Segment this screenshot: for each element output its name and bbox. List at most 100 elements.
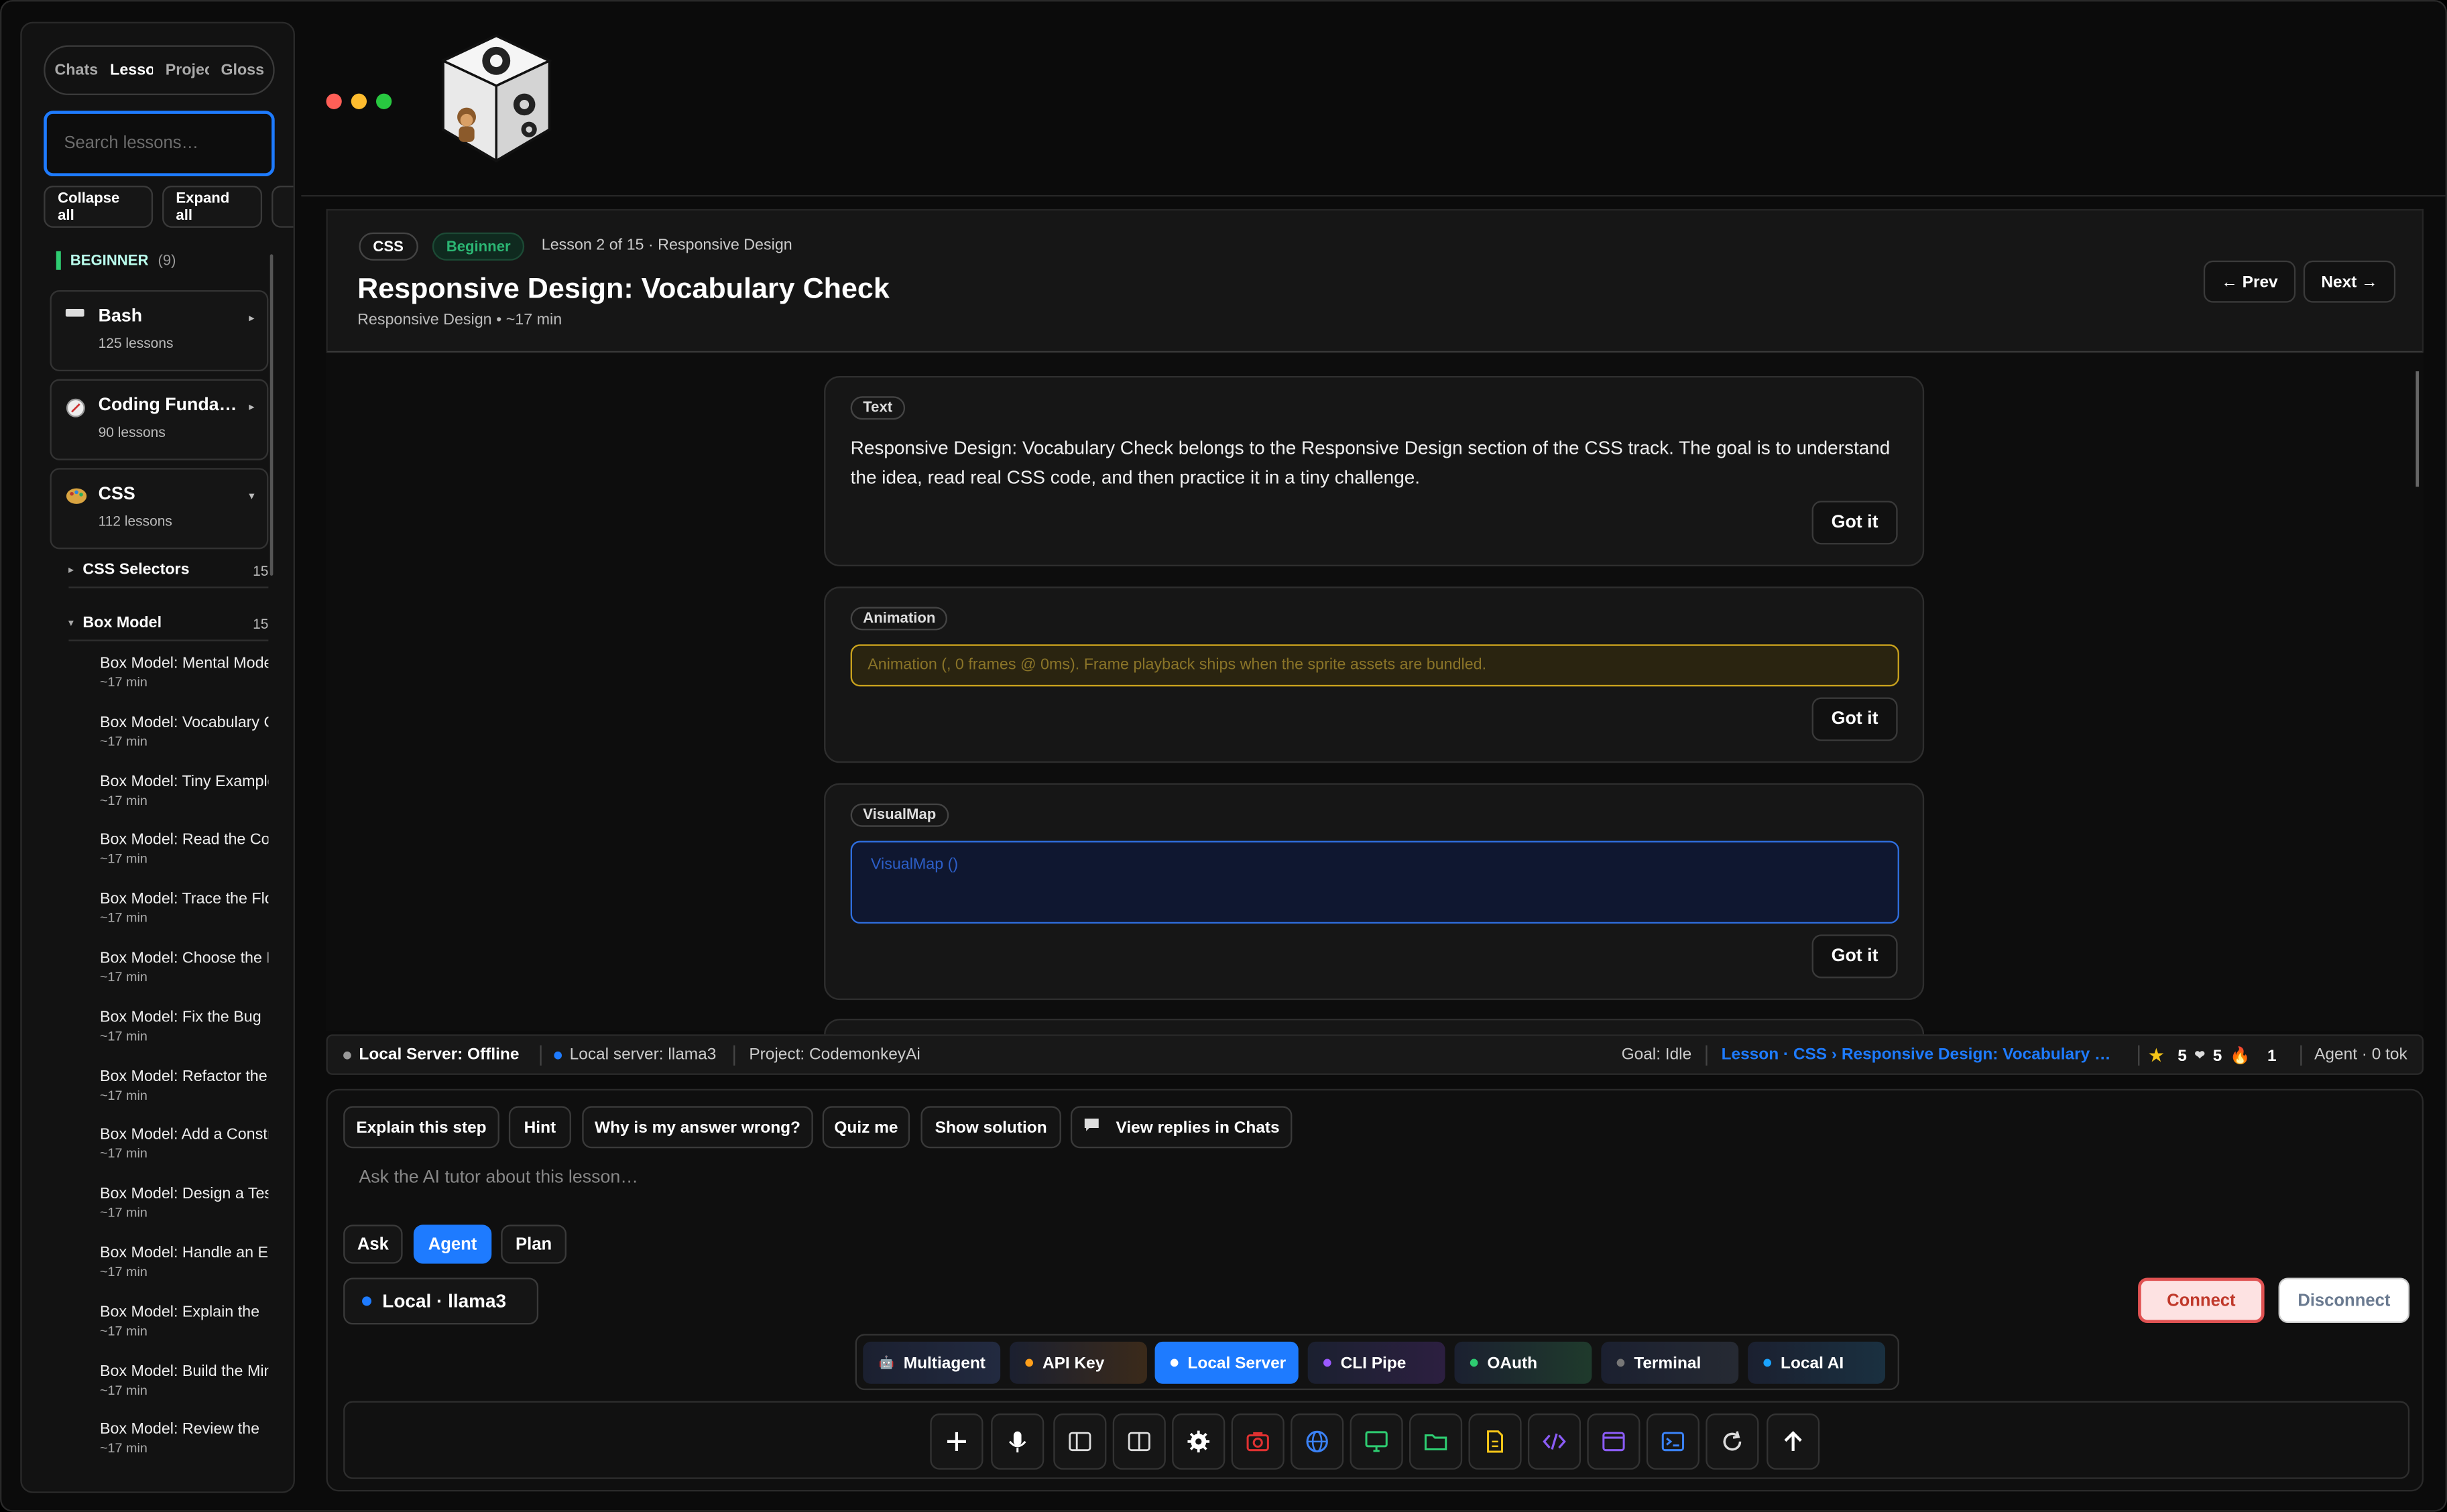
list-item[interactable]: Box Model: Mental Model ~17 min bbox=[100, 655, 287, 702]
window-icon[interactable] bbox=[1587, 1413, 1640, 1470]
connect-button[interactable]: Connect bbox=[2138, 1277, 2265, 1323]
quiz-me-button[interactable]: Quiz me bbox=[822, 1106, 910, 1149]
list-item[interactable]: Box Model: Handle an Edge~17 min bbox=[100, 1245, 287, 1292]
status-dot-icon bbox=[554, 1050, 562, 1059]
lesson-title: Box Model: Add a Constraint bbox=[99, 1127, 268, 1145]
code-icon[interactable] bbox=[1527, 1413, 1581, 1470]
collapse-all-button[interactable]: Collapse all bbox=[44, 186, 153, 228]
lesson-title: Box Model: Choose the Right bbox=[99, 950, 268, 968]
maximize-window-button[interactable] bbox=[375, 93, 392, 109]
list-item[interactable]: Box Model: Tiny Example ~17 min bbox=[100, 773, 287, 820]
content-scrollbar[interactable] bbox=[2415, 371, 2420, 487]
section-css-selectors[interactable]: ▸ CSS Selectors 15 bbox=[68, 554, 268, 588]
list-item[interactable]: Box Model: Read the Code~17 min bbox=[100, 832, 287, 879]
mode-agent[interactable]: Agent bbox=[413, 1224, 492, 1264]
list-item[interactable]: Box Model: Explain the ~17 min bbox=[100, 1304, 287, 1351]
chevron-down-icon: ▾ bbox=[249, 491, 255, 503]
view-replies-button[interactable]: View replies in Chats bbox=[1070, 1106, 1293, 1149]
more-button[interactable] bbox=[272, 186, 294, 228]
prompt-input[interactable]: Ask the AI tutor about this lesson… bbox=[359, 1169, 638, 1188]
provider-cli-pipe[interactable]: CLI Pipe bbox=[1307, 1341, 1445, 1384]
split-view-icon[interactable] bbox=[1112, 1413, 1166, 1470]
track-coding-fundamentals[interactable]: Coding Fundamentals 90 lessons ▸ bbox=[50, 379, 269, 460]
tab-lessons[interactable]: Lessons bbox=[110, 62, 153, 79]
mic-icon[interactable] bbox=[991, 1413, 1045, 1470]
lesson-duration: ~17 min bbox=[99, 1263, 147, 1279]
section-box-model[interactable]: ▾ Box Model 15 bbox=[68, 607, 268, 641]
compass-icon bbox=[66, 398, 86, 423]
lesson-link[interactable]: Lesson · CSS › Responsive Design: Vocabu… bbox=[1722, 1046, 2111, 1064]
mode-plan[interactable]: Plan bbox=[501, 1224, 566, 1264]
lesson-title: Box Model: Build the Mini bbox=[99, 1363, 269, 1381]
status-dot-icon bbox=[362, 1296, 372, 1306]
search-input[interactable] bbox=[64, 134, 255, 153]
file-icon[interactable] bbox=[1468, 1413, 1522, 1470]
list-item[interactable]: Box Model: Trace the Flow ~17 min bbox=[100, 891, 287, 938]
list-item[interactable]: Box Model: Review the ~17 min bbox=[100, 1422, 287, 1469]
list-item[interactable]: Box Model: Vocabulary Check~17 min bbox=[100, 714, 287, 761]
minimize-window-button[interactable] bbox=[351, 93, 367, 109]
globe-icon[interactable] bbox=[1291, 1413, 1344, 1470]
lesson-duration: ~17 min bbox=[99, 674, 147, 690]
hint-button[interactable]: Hint bbox=[508, 1106, 571, 1149]
provider-switcher: 🤖 Multiagent API Key Local Server CLI Pip… bbox=[855, 1334, 1899, 1391]
track-name: Coding Fundamentals bbox=[98, 396, 242, 416]
provider-terminal[interactable]: Terminal bbox=[1601, 1341, 1739, 1384]
tab-glossary[interactable]: Glossary bbox=[221, 62, 263, 79]
sidebar-scrollbar[interactable] bbox=[270, 254, 274, 576]
card-body: Responsive Design: Vocabulary Check belo… bbox=[850, 436, 1891, 489]
provider-api-key[interactable]: API Key bbox=[1010, 1341, 1147, 1384]
terminal-icon[interactable] bbox=[1646, 1413, 1699, 1470]
track-css[interactable]: CSS 112 lessons ▾ bbox=[50, 468, 269, 550]
chevron-right-icon: ▸ bbox=[249, 313, 255, 325]
disconnect-button[interactable]: Disconnect bbox=[2278, 1277, 2410, 1323]
folder-icon[interactable] bbox=[1409, 1413, 1463, 1470]
prev-button[interactable]: ← Prev bbox=[2203, 260, 2296, 303]
got-it-button[interactable]: Got it bbox=[1811, 501, 1898, 545]
plus-icon[interactable] bbox=[930, 1413, 983, 1470]
refresh-icon[interactable] bbox=[1706, 1413, 1759, 1470]
card-tag: VisualMap bbox=[850, 803, 949, 827]
card-tag: Text bbox=[850, 396, 905, 420]
model-status: Local server: llama3 bbox=[554, 1046, 716, 1064]
list-item[interactable]: Box Model: Add a Constraint~17 min bbox=[100, 1127, 287, 1174]
list-item[interactable]: Box Model: Build the Mini ~17 min bbox=[100, 1363, 287, 1410]
provider-local-ai[interactable]: Local AI bbox=[1748, 1341, 1885, 1384]
section-count: 15 bbox=[253, 615, 269, 631]
robot-icon: 🤖 bbox=[878, 1355, 894, 1370]
sidebar-left-icon[interactable] bbox=[1053, 1413, 1107, 1470]
monitor-icon[interactable] bbox=[1350, 1413, 1403, 1470]
provider-local-server[interactable]: Local Server bbox=[1154, 1341, 1299, 1384]
got-it-button[interactable]: Got it bbox=[1811, 934, 1898, 979]
lesson-header: CSS Beginner Lesson 2 of 15 · Responsive… bbox=[326, 208, 2424, 353]
camera-icon[interactable] bbox=[1231, 1413, 1285, 1470]
arrow-up-icon[interactable] bbox=[1767, 1413, 1820, 1470]
expand-all-button[interactable]: Expand all bbox=[162, 186, 263, 228]
list-item[interactable]: Box Model: Choose the Right~17 min bbox=[100, 950, 287, 997]
track-bash[interactable]: Bash 125 lessons ▸ bbox=[50, 290, 269, 372]
show-solution-button[interactable]: Show solution bbox=[920, 1106, 1061, 1149]
close-window-button[interactable] bbox=[326, 93, 342, 109]
tutor-composer: Explain this step Hint Why is my answer … bbox=[326, 1088, 2424, 1492]
lesson-duration: ~17 min bbox=[99, 850, 147, 867]
next-button[interactable]: Next → bbox=[2303, 260, 2396, 303]
got-it-button[interactable]: Got it bbox=[1811, 697, 1898, 741]
mode-ask[interactable]: Ask bbox=[343, 1224, 403, 1264]
provider-multiagent[interactable]: 🤖 Multiagent bbox=[863, 1341, 1001, 1384]
next-card-edge bbox=[824, 1019, 1925, 1035]
chevron-down-icon: ▾ bbox=[68, 619, 74, 629]
list-item[interactable]: Box Model: Fix the Bug ~17 min bbox=[100, 1009, 287, 1056]
why-wrong-button[interactable]: Why is my answer wrong? bbox=[582, 1106, 813, 1149]
tab-projects[interactable]: Projects bbox=[166, 62, 208, 79]
lesson-duration: ~17 min bbox=[99, 1027, 147, 1044]
chevron-right-icon: ▸ bbox=[249, 402, 255, 414]
list-item[interactable]: Box Model: Design a Test ~17 min bbox=[100, 1186, 287, 1233]
gear-icon[interactable] bbox=[1172, 1413, 1226, 1470]
provider-oauth[interactable]: OAuth bbox=[1454, 1341, 1592, 1384]
model-selector[interactable]: Local · llama3 bbox=[343, 1277, 539, 1325]
status-dot-icon bbox=[1025, 1359, 1034, 1367]
tab-chats[interactable]: Chats bbox=[54, 62, 97, 79]
list-item[interactable]: Box Model: Refactor the ~17 min bbox=[100, 1068, 287, 1115]
goal-status: Goal: Idle bbox=[1621, 1045, 1692, 1064]
explain-step-button[interactable]: Explain this step bbox=[343, 1106, 499, 1149]
